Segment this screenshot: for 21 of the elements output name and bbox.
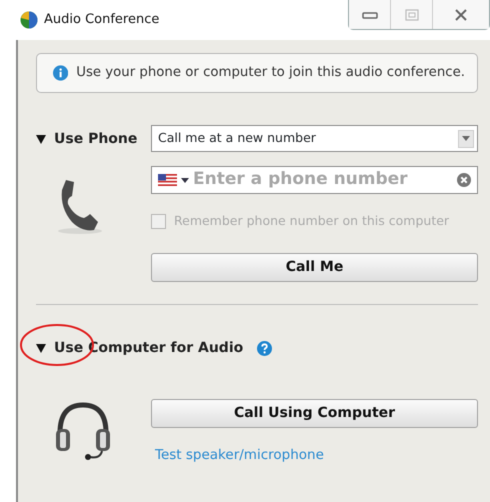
remember-label: Remember phone number on this computer: [174, 212, 450, 230]
clear-icon[interactable]: [457, 173, 471, 187]
globe-icon: [20, 11, 38, 29]
section-label: Use Phone: [54, 130, 138, 149]
window-title: Audio Conference: [44, 11, 160, 30]
info-icon: [53, 64, 68, 82]
call-using-computer-button[interactable]: Call Using Computer: [151, 398, 478, 428]
caret-icon[interactable]: [181, 178, 189, 182]
info-text: Use your phone or computer to join this audio conference.: [76, 64, 465, 82]
minimize-icon: [362, 10, 378, 18]
expand-toggle-icon[interactable]: [36, 135, 46, 144]
flag-icon: [158, 174, 177, 186]
expand-toggle-icon[interactable]: [36, 344, 46, 353]
maximize-icon: [404, 8, 418, 20]
call-me-button[interactable]: Call Me: [151, 252, 478, 282]
close-button[interactable]: [433, 0, 489, 29]
minimize-button[interactable]: [349, 0, 391, 29]
help-icon[interactable]: [257, 340, 272, 356]
close-icon: [454, 8, 468, 20]
call-option-dropdown[interactable]: Call me at a new number: [151, 125, 478, 152]
phone-number-field[interactable]: Enter a phone number: [151, 166, 478, 194]
